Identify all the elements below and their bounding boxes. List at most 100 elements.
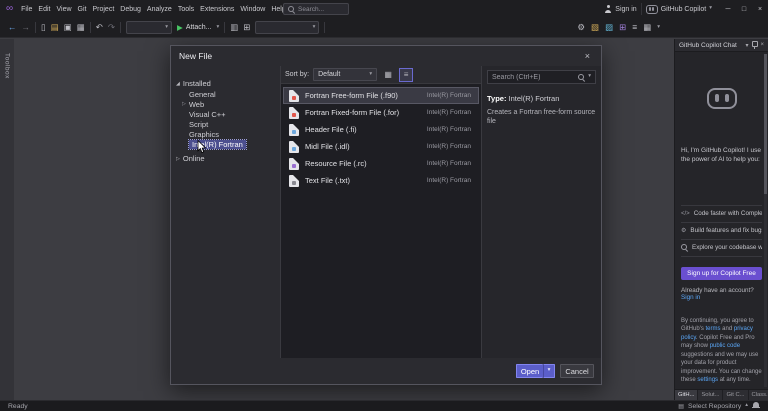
- redo-icon[interactable]: ↷: [108, 23, 115, 32]
- tab-solution-explorer[interactable]: Solut...: [698, 390, 722, 400]
- notifications-bell-icon[interactable]: [752, 402, 760, 410]
- tree-node-online-label: Online: [183, 154, 205, 163]
- menu-file[interactable]: File: [18, 5, 35, 14]
- dialog-body: ◢ Installed General ▷ Web Visual C++ Scr…: [171, 66, 601, 358]
- chevron-down-icon: ▾: [548, 368, 551, 374]
- copilot-panel-header[interactable]: GitHub Copilot Chat ▾ ×: [675, 39, 768, 52]
- template-name: Fortran Fixed-form File (.for): [305, 108, 421, 117]
- menu-project[interactable]: Project: [89, 5, 117, 14]
- copilot-scrollbar[interactable]: [764, 54, 767, 387]
- tree-item-graphics[interactable]: Graphics: [171, 129, 280, 139]
- copilot-chat-panel: GitHub Copilot Chat ▾ × Hi, I'm GitHub C…: [674, 39, 768, 400]
- save-all-icon[interactable]: ▦: [77, 23, 85, 32]
- template-row-text-file[interactable]: Text File (.txt) Intel(R) Fortran: [283, 172, 479, 189]
- tree-collapsed-icon[interactable]: ▷: [176, 156, 180, 162]
- sort-dropdown-value: Default: [318, 71, 340, 78]
- panel-close-icon[interactable]: ×: [760, 42, 764, 48]
- dialog-titlebar[interactable]: New File ×: [171, 46, 601, 66]
- template-row-resource-file[interactable]: Resource File (.rc) Intel(R) Fortran: [283, 155, 479, 172]
- sort-dropdown[interactable]: Default ▾: [313, 68, 377, 81]
- memory-window-icon[interactable]: ▥: [230, 23, 238, 32]
- template-row-fortran-fixed-form[interactable]: Fortran Fixed-form File (.for) Intel(R) …: [283, 104, 479, 121]
- dialog-title: New File: [179, 51, 212, 61]
- tree-item-general[interactable]: General: [171, 89, 280, 99]
- file-icon: [289, 124, 299, 136]
- maximize-button[interactable]: □: [736, 0, 752, 18]
- template-row-midl-file[interactable]: Midl File (.idl) Intel(R) Fortran: [283, 138, 479, 155]
- copilot-signin-link[interactable]: Sign in: [681, 294, 700, 301]
- navigate-back-icon[interactable]: ←: [8, 23, 17, 32]
- template-row-header-file[interactable]: Header File (.fi) Intel(R) Fortran: [283, 121, 479, 138]
- save-icon[interactable]: ▣: [64, 23, 72, 32]
- attach-dropdown-icon[interactable]: ▾: [217, 25, 220, 31]
- menu-analyze[interactable]: Analyze: [144, 5, 175, 14]
- tab-git-changes[interactable]: Git C...: [723, 390, 747, 400]
- menu-edit[interactable]: Edit: [35, 5, 53, 14]
- tree-item-label: Web: [189, 100, 204, 109]
- tree-item-intel-fortran[interactable]: Intel(R) Fortran: [171, 139, 280, 149]
- small-icons-view-button[interactable]: ▦: [381, 68, 395, 82]
- list-view-button[interactable]: ≡: [399, 68, 413, 82]
- terms-link[interactable]: terms: [706, 326, 721, 332]
- tree-collapsed-icon[interactable]: ▷: [182, 101, 186, 107]
- toolbar-separator: [90, 22, 91, 33]
- undo-icon[interactable]: ↶: [96, 23, 103, 32]
- template-search-box[interactable]: Search (Ctrl+E) ▾: [487, 70, 596, 84]
- file-icon: [289, 90, 299, 102]
- feature-completions[interactable]: </> Code faster with Completions: [681, 206, 762, 223]
- tab-github-copilot[interactable]: GitH...: [675, 390, 697, 400]
- template-description: Creates a Fortran free-form source file: [487, 108, 596, 127]
- feedback-icon[interactable]: ▦: [643, 23, 651, 32]
- extensions-icon[interactable]: ⊞: [619, 23, 626, 32]
- sign-in-label: Sign in: [615, 6, 636, 13]
- tree-item-web[interactable]: ▷ Web: [171, 99, 280, 109]
- settings-gear-icon[interactable]: ⚙: [577, 23, 585, 32]
- feature-build-fix[interactable]: ⚙ Build features and fix bugs wi: [681, 223, 762, 240]
- navigate-forward-icon[interactable]: →: [22, 23, 31, 32]
- configuration-dropdown[interactable]: ▾: [126, 21, 172, 34]
- menu-window[interactable]: Window: [237, 5, 268, 14]
- select-repository-button[interactable]: Select Repository: [688, 403, 741, 410]
- tree-item-label: Intel(R) Fortran: [189, 140, 246, 149]
- open-button[interactable]: Open: [516, 364, 543, 378]
- menu-bar: File Edit View Git Project Debug Analyze…: [18, 5, 289, 14]
- caret-up-icon: ▴: [745, 403, 748, 409]
- copilot-signup-button[interactable]: Sign up for Copilot Free: [681, 267, 762, 280]
- menu-extensions[interactable]: Extensions: [197, 5, 237, 14]
- settings-link[interactable]: settings: [697, 377, 718, 383]
- new-file-icon[interactable]: ▯: [41, 23, 46, 32]
- menu-git[interactable]: Git: [75, 5, 90, 14]
- tab-class-view[interactable]: Class...: [749, 390, 768, 400]
- template-row-fortran-free-form[interactable]: Fortran Free-form File (.f90) Intel(R) F…: [283, 87, 479, 104]
- tree-item-script[interactable]: Script: [171, 119, 280, 129]
- tree-node-installed[interactable]: ◢ Installed: [171, 78, 280, 89]
- debug-target-dropdown[interactable]: ▾: [255, 21, 319, 34]
- minimize-button[interactable]: ─: [720, 0, 736, 18]
- menu-debug[interactable]: Debug: [117, 5, 144, 14]
- open-dropdown-button[interactable]: ▾: [543, 364, 555, 378]
- tree-node-online[interactable]: ▷ Online: [171, 153, 280, 164]
- dialog-close-button[interactable]: ×: [582, 51, 593, 61]
- properties-window-icon[interactable]: ≡: [632, 23, 637, 32]
- open-split-button: Open ▾: [516, 364, 555, 378]
- github-copilot-button[interactable]: GitHub Copilot ▾: [641, 3, 716, 15]
- global-search-box[interactable]: Search...: [283, 3, 349, 15]
- chevron-down-icon[interactable]: ▾: [745, 42, 748, 49]
- toolbox-tab[interactable]: Toolbox: [4, 53, 11, 79]
- public-code-link[interactable]: public code: [710, 343, 740, 349]
- pin-icon[interactable]: [751, 41, 757, 49]
- sign-in-button[interactable]: Sign in: [604, 5, 636, 13]
- menu-tools[interactable]: Tools: [175, 5, 197, 14]
- cancel-button[interactable]: Cancel: [560, 364, 594, 378]
- toolbar-overflow-icon[interactable]: ▾: [657, 25, 660, 31]
- team-explorer-icon[interactable]: ▨: [605, 23, 613, 32]
- open-folder-icon[interactable]: ▤: [51, 23, 59, 32]
- feature-explore-codebase[interactable]: Explore your codebase with C: [681, 240, 762, 257]
- tree-item-visual-cpp[interactable]: Visual C++: [171, 109, 280, 119]
- close-button[interactable]: ×: [752, 0, 768, 18]
- menu-view[interactable]: View: [53, 5, 74, 14]
- solution-explorer-icon[interactable]: ▧: [591, 23, 599, 32]
- tree-expander-icon[interactable]: ◢: [176, 81, 180, 87]
- attach-button[interactable]: ▶ Attach...: [177, 23, 211, 32]
- watch-window-icon[interactable]: ⊞: [243, 23, 250, 32]
